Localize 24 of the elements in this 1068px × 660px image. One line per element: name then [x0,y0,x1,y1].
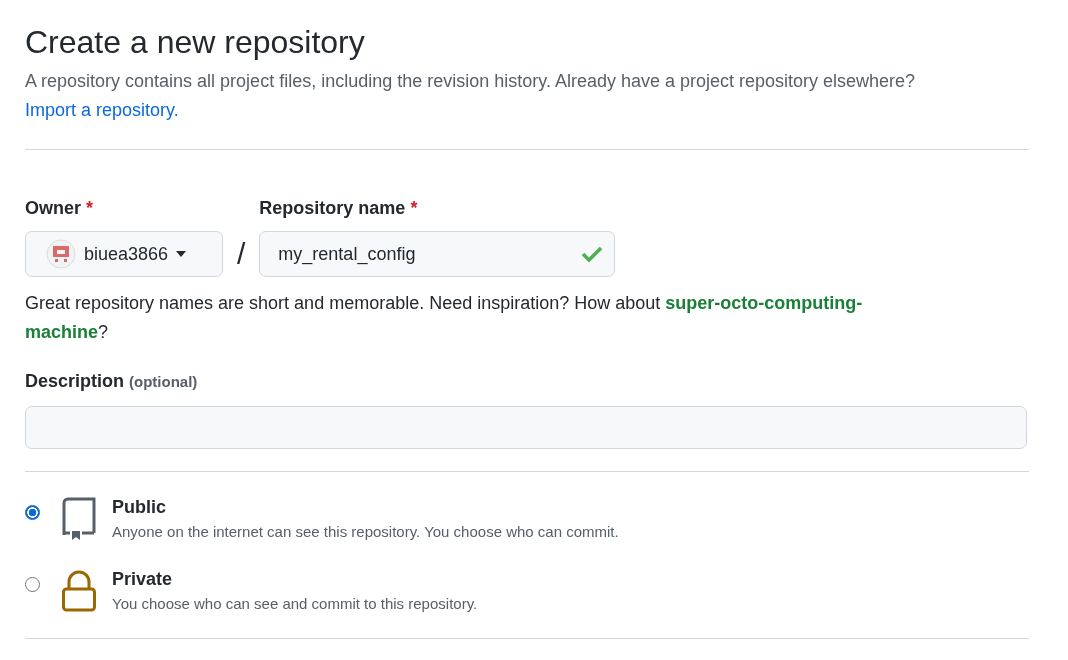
page-description: A repository contains all project files, including the revision history. Already have a project repository elsewhere? Import a repository. [25,70,917,122]
page-title: Create a new repository [25,24,366,61]
required-mark: * [410,198,418,218]
radio-button[interactable] [25,577,40,592]
description-label: Description [25,371,125,391]
visibility-label: Private [112,568,174,591]
name-suggestion-text: Great repository names are short and memorable. Need inspiration? How about super-octo-computing-machine? [25,292,864,344]
caret-icon [176,251,187,257]
owner-dropdown[interactable]: biuea3866 [25,231,223,277]
visibility-description: Anyone on the internet can see this repository. You choose who can commit. [112,522,619,542]
owner-label: Owner [25,198,81,218]
book-icon [60,497,98,541]
lock-icon [60,569,98,613]
repository-name-label: Repository name [259,198,406,218]
optional-note: (optional) [129,373,198,390]
avatar-icon [46,239,76,269]
path-separator: / [236,236,247,272]
repository-name-field[interactable]: my_rental_config [259,231,616,277]
radio-button[interactable] [25,505,40,520]
description-field[interactable] [25,406,1027,449]
import-repository-link[interactable]: Import a repository. [25,100,179,120]
visibility-label: Public [112,496,167,519]
required-mark: * [86,198,94,218]
visibility-description: You choose who can see and commit to this repository. [112,594,478,614]
